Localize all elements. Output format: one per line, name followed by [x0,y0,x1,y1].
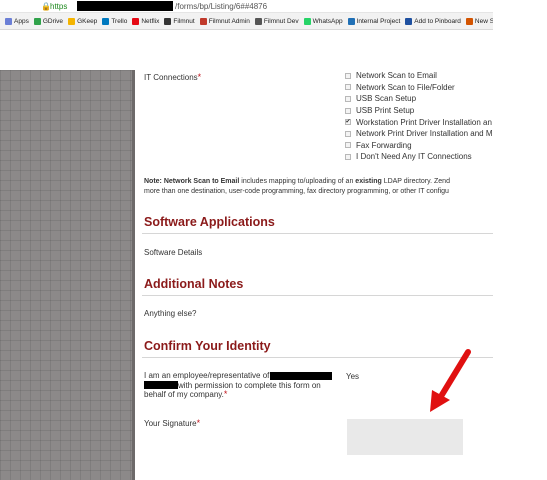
bookmark-icon [102,17,110,25]
required-mark: * [196,418,201,428]
bookmark-icon [68,17,76,25]
bookmark-icon [254,17,262,25]
software-applications-heading: Software Applications [144,215,275,229]
form-panel: IT Connections* Network Scan to Email Net… [136,70,493,480]
bookmark-item[interactable]: Filmnut Dev [254,17,299,25]
bookmark-label: Add to Pinboard [414,17,461,25]
it-option-label: USB Scan Setup [356,94,417,104]
page-margin [493,30,547,480]
bookmark-item[interactable]: GDrive [33,17,64,25]
bookmark-item[interactable]: WhatsApp [303,17,343,25]
checkbox[interactable] [345,142,351,149]
required-mark: * [223,389,228,399]
additional-notes-heading: Additional Notes [144,277,244,291]
checkbox[interactable] [345,72,351,79]
redacted-company [144,381,178,390]
it-note: Note: Network Scan to Email includes map… [144,178,450,195]
bookmark-item[interactable]: Filmnut [164,17,195,25]
bookmark-icon [33,17,41,25]
bookmark-item[interactable]: Filmnut Admin [199,17,250,25]
divider [142,295,493,296]
it-connections-options: Network Scan to Email Network Scan to Fil… [345,70,493,163]
bookmark-label: Filmnut [173,17,195,25]
it-option[interactable]: Network Print Driver Installation and M [345,128,493,140]
bookmark-icon [132,17,140,25]
page-background-pattern [0,70,135,480]
bookmark-item[interactable]: Apps [5,17,29,25]
bookmark-label: Filmnut Admin [208,17,250,25]
bookmark-label: Filmnut Dev [263,17,299,25]
bookmark-item[interactable]: GKeep [68,17,98,25]
bookmark-icon [347,17,355,25]
address-bar[interactable]: 🔒 https /forms/bp/Listing/6##4876 [0,0,493,13]
bookmark-label: New Submission [474,17,493,25]
confirm-identity-heading: Confirm Your Identity [144,339,271,353]
url-path: /forms/bp/Listing/6##4876 [175,2,268,11]
bookmark-label: GKeep [77,17,98,25]
it-option-label: Network Scan to Email [356,71,437,81]
it-connections-label: IT Connections* [144,72,202,82]
it-option-label: Workstation Print Driver Installation an [356,117,492,127]
checkbox[interactable] [345,153,351,160]
bookmark-item[interactable]: Add to Pinboard [405,17,461,25]
bookmark-icon [465,17,473,25]
it-option-label: Network Print Driver Installation and M [356,129,493,139]
checkbox[interactable] [345,130,351,137]
checkbox[interactable] [345,84,351,91]
anything-else-label: Anything else? [144,309,197,318]
signature-pad[interactable] [347,419,463,455]
it-option[interactable]: USB Print Setup [345,105,493,117]
bookmark-icon [164,17,172,25]
it-option[interactable]: I Don't Need Any IT Connections [345,151,493,163]
it-option[interactable]: Network Scan to File/Folder [345,82,493,94]
bookmark-icon [5,17,12,25]
bookmark-icon [303,17,311,25]
it-option-label: Fax Forwarding [356,140,412,150]
bookmark-label: Trello [111,17,128,25]
checkbox[interactable]: ✔ [345,119,351,126]
bookmark-icon [199,17,207,25]
annotation-arrow [430,349,471,412]
bookmark-label: WhatsApp [312,17,343,25]
bookmark-item[interactable]: Internal Project [347,17,401,25]
it-option[interactable]: Fax Forwarding [345,140,493,152]
url-scheme: https [50,2,68,11]
employee-confirmation-label: I am an employee/representative of with … [144,371,344,400]
bookmark-label: Apps [14,17,29,25]
bookmark-label: Netflix [141,17,160,25]
bookmark-label: Internal Project [356,17,401,25]
divider [142,233,493,234]
bookmark-item[interactable]: Trello [102,17,128,25]
bookmark-icon [405,17,413,25]
bookmarks-bar: Apps GDrive GKeep Trello Netflix Filmnut Filmn… [0,13,493,30]
employee-answer: Yes [346,372,360,381]
it-option-label: I Don't Need Any IT Connections [356,152,472,162]
sidebar-edge [132,70,135,480]
redacted-domain [77,1,173,11]
it-option[interactable]: Network Scan to Email [345,70,493,82]
it-option[interactable]: USB Scan Setup [345,93,493,105]
bookmark-label: GDrive [42,17,64,25]
bookmark-item[interactable]: New Submission [465,17,493,25]
bookmark-item[interactable]: Netflix [132,17,160,25]
redacted-company [270,371,333,380]
software-details-label: Software Details [144,248,203,257]
it-option-label: USB Print Setup [356,106,415,116]
signature-label: Your Signature* [144,418,201,428]
checkbox[interactable] [345,95,351,102]
it-option[interactable]: ✔ Workstation Print Driver Installation a… [345,116,493,128]
checkbox[interactable] [345,107,351,114]
it-option-label: Network Scan to File/Folder [356,82,455,92]
required-mark: * [197,72,202,82]
